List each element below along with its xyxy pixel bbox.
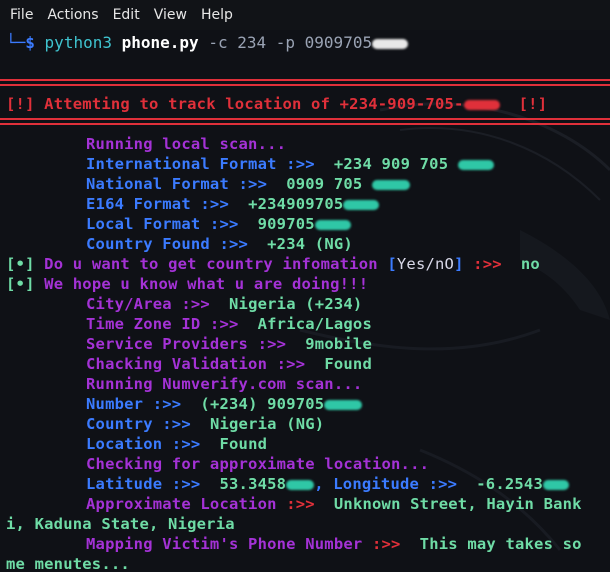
- running-local-scan: Running local scan...: [86, 135, 287, 153]
- redacted-blur: [286, 479, 315, 490]
- location-line: Location :>> Found: [86, 435, 268, 453]
- prompt-dollar: $: [25, 33, 35, 52]
- menu-file[interactable]: File: [10, 7, 33, 23]
- redacted-blur: [543, 479, 569, 490]
- local-format-line: Local Format :>> 909705: [86, 214, 351, 234]
- redacted-blur: [463, 99, 500, 110]
- service-providers-line: Service Providers :>> 9mobile: [86, 335, 372, 353]
- command-prompt: └─$ python3 phone.py -c 234 -p 0909705: [6, 33, 409, 52]
- city-area-line: City/Area :>> Nigeria (+234): [86, 295, 363, 313]
- approx-check-line: Checking for approximate location...: [86, 455, 430, 473]
- command-name: python3: [44, 33, 112, 52]
- menu-bar: File Actions Edit View Help: [0, 0, 610, 30]
- warning-line: [•] We hope u know what u are doing!!!: [6, 275, 369, 293]
- redacted-blur: [457, 159, 494, 170]
- banner-rule-bottom: [0, 118, 610, 120]
- menu-edit[interactable]: Edit: [113, 7, 140, 23]
- menu-view[interactable]: View: [154, 7, 187, 23]
- lat-lon-line: Latitude :>> 53.3458, Longitude :>> -6.2…: [86, 474, 569, 494]
- validation-line: Chacking Validation :>> Found: [86, 355, 372, 373]
- mapping-cont: me menutes...: [6, 555, 130, 572]
- command-script: phone.py: [121, 33, 199, 52]
- redacted-blur: [372, 179, 410, 190]
- numverify-scan-line: Running Numverify.com scan...: [86, 375, 363, 393]
- menu-help[interactable]: Help: [201, 7, 233, 23]
- mapping-line: Mapping Victim's Phone Number :>> This m…: [86, 535, 582, 553]
- banner-rule-top: [0, 79, 610, 81]
- e164-format-line: E164 Format :>> +234909705: [86, 194, 380, 214]
- terminal-output[interactable]: └─$ python3 phone.py -c 234 -p 0909705 […: [0, 30, 610, 572]
- national-format-line: National Format :>> 0909 705: [86, 174, 410, 194]
- approx-location-cont: i, Kaduna State, Nigeria: [6, 515, 235, 533]
- country-info-question: [•] Do u want to get country infomation …: [6, 255, 540, 273]
- redacted-blur: [343, 199, 380, 210]
- redacted-blur: [372, 38, 409, 49]
- country-line: Country :>> Nigeria (NG): [86, 415, 325, 433]
- menu-actions[interactable]: Actions: [47, 7, 98, 23]
- international-format-line: International Format :>> +234 909 705: [86, 154, 494, 174]
- command-args: -c 234 -p 0909705: [208, 33, 373, 52]
- prompt-corner: └─: [6, 33, 26, 52]
- banner-rule-top-2: [0, 84, 610, 86]
- redacted-blur: [314, 219, 351, 230]
- approx-location-line: Approximate Location :>> Unknown Street,…: [86, 495, 582, 513]
- time-zone-line: Time Zone ID :>> Africa/Lagos: [86, 315, 372, 333]
- number-line: Number :>> (+234) 909705: [86, 394, 363, 414]
- redacted-blur: [324, 399, 363, 410]
- banner-rule-bottom-2: [0, 123, 610, 125]
- country-found-line: Country Found :>> +234 (NG): [86, 235, 353, 253]
- banner-line: [!] Attemting to track location of +234-…: [6, 95, 548, 113]
